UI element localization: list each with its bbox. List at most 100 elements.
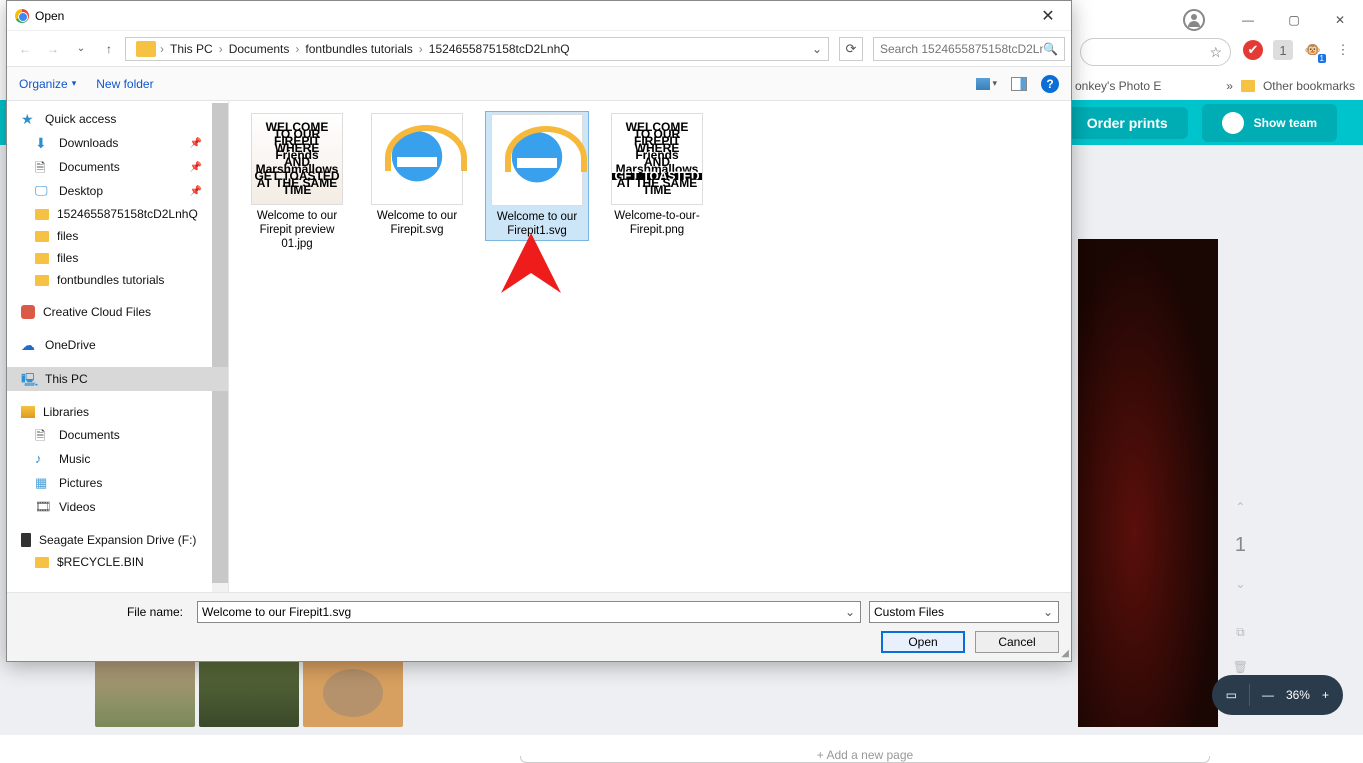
ext-badge-icon[interactable]: 🐵1	[1303, 40, 1323, 60]
other-bookmarks[interactable]: Other bookmarks	[1263, 79, 1355, 93]
back-button[interactable]: ←	[13, 37, 37, 61]
file-thumbnail: WELCOMETO OUR FIREPITWHEREFriendsANDMars…	[611, 113, 703, 205]
file-open-dialog: Open ✕ ← → ⌄ ↑ › This PC › Documents › f…	[6, 0, 1072, 662]
chevron-up-icon[interactable]: ⌃	[1235, 500, 1245, 514]
breadcrumb-item[interactable]: 1524655875158tcD2LnhQ	[429, 42, 570, 56]
document-icon: 🗎	[35, 427, 51, 443]
tree-quick-access[interactable]: ★Quick access	[7, 107, 228, 131]
tree-lib-documents[interactable]: 🗎Documents	[7, 423, 228, 447]
thumbnail[interactable]	[303, 659, 403, 727]
minimize-button[interactable]: —	[1225, 5, 1271, 35]
ext-icon[interactable]: 1	[1273, 40, 1293, 60]
thumbnail[interactable]	[199, 659, 299, 727]
cancel-button[interactable]: Cancel	[975, 631, 1059, 653]
tree-folder[interactable]: files	[7, 247, 228, 269]
up-button[interactable]: ↑	[97, 37, 121, 61]
avatar	[1222, 112, 1244, 134]
forward-button[interactable]: →	[41, 37, 65, 61]
tree-lib-music[interactable]: ♪Music	[7, 447, 228, 471]
tree-creative-cloud[interactable]: Creative Cloud Files	[7, 301, 228, 323]
tree-onedrive[interactable]: ☁OneDrive	[7, 333, 228, 357]
pin-icon: 📌	[190, 138, 202, 149]
chevron-down-icon[interactable]: ⌄	[1235, 577, 1245, 591]
folder-icon	[35, 209, 49, 220]
path-dropdown[interactable]: ⌄	[812, 42, 822, 56]
folder-icon	[35, 557, 49, 568]
tree-downloads[interactable]: ⬇Downloads📌	[7, 131, 228, 155]
dropdown-icon[interactable]: ⌄	[842, 604, 858, 620]
separator-icon: ›	[419, 42, 423, 56]
breadcrumb-item[interactable]: Documents	[229, 42, 290, 56]
ext-avast-icon[interactable]: ✔	[1243, 40, 1263, 60]
tree-desktop[interactable]: 🖵Desktop📌	[7, 179, 228, 203]
tree-libraries[interactable]: Libraries	[7, 401, 228, 423]
file-item[interactable]: WELCOMETO OUR FIREPITWHEREFriendsANDMars…	[245, 111, 349, 253]
dialog-title: Open	[35, 9, 1027, 23]
tree-lib-videos[interactable]: 🎞Videos	[7, 495, 228, 519]
order-prints-button[interactable]: Order prints	[1067, 107, 1188, 139]
open-button[interactable]: Open	[881, 631, 965, 653]
file-item[interactable]: WELCOMETO OUR FIREPITWHEREFriendsANDMars…	[605, 111, 709, 239]
refresh-button[interactable]: ⟳	[839, 37, 863, 61]
media-thumbnails	[95, 659, 403, 727]
view-button[interactable]: ▾	[976, 78, 997, 90]
file-type-select[interactable]: Custom Files ⌄	[869, 601, 1059, 623]
dialog-footer: File name: Welcome to our Firepit1.svg ⌄…	[7, 592, 1071, 661]
page-number: 1	[1235, 534, 1246, 557]
help-icon[interactable]: ?	[1041, 75, 1059, 93]
annotation-arrow	[491, 233, 571, 376]
recent-dropdown[interactable]: ⌄	[69, 37, 93, 61]
tree-seagate[interactable]: Seagate Expansion Drive (F:)	[7, 529, 228, 551]
duplicate-icon[interactable]: ⧉	[1236, 625, 1245, 640]
organize-button[interactable]: Organize ▾	[19, 77, 76, 91]
window-controls: — ▢ ✕	[1183, 5, 1363, 35]
present-icon[interactable]: ▭	[1226, 688, 1237, 702]
bookmarks-more[interactable]: »	[1226, 79, 1233, 93]
thumbnail[interactable]	[95, 659, 195, 727]
dialog-close-button[interactable]: ✕	[1033, 6, 1063, 26]
download-icon: ⬇	[35, 135, 51, 151]
add-page-button[interactable]: + Add a new page	[520, 756, 1210, 763]
file-item[interactable]: Welcome to our Firepit.svg	[365, 111, 469, 239]
add-page-label: + Add a new page	[817, 748, 913, 754]
search-field[interactable]	[880, 42, 1043, 56]
tree-folder[interactable]: files	[7, 225, 228, 247]
dropdown-icon[interactable]: ⌄	[1040, 604, 1056, 620]
tree-this-pc[interactable]: 🖳This PC	[7, 367, 228, 391]
breadcrumb-item[interactable]: This PC	[170, 42, 213, 56]
resize-grip[interactable]: ◢	[1061, 648, 1069, 659]
filename-label: File name:	[19, 605, 189, 619]
chrome-menu-icon[interactable]: ⋮	[1333, 40, 1353, 60]
file-item-selected[interactable]: Welcome to our Firepit1.svg	[485, 111, 589, 241]
maximize-button[interactable]: ▢	[1271, 5, 1317, 35]
tree-documents[interactable]: 🗎Documents📌	[7, 155, 228, 179]
bookmark-item[interactable]: onkey's Photo E	[1075, 79, 1161, 93]
omnibox[interactable]: ☆	[1080, 38, 1231, 66]
breadcrumb-item[interactable]: fontbundles tutorials	[305, 42, 412, 56]
file-list[interactable]: WELCOMETO OUR FIREPITWHEREFriendsANDMars…	[229, 101, 1071, 592]
tree-lib-pictures[interactable]: ▦Pictures	[7, 471, 228, 495]
preview-pane-button[interactable]	[1011, 77, 1027, 91]
search-input[interactable]: 🔍	[873, 37, 1065, 61]
ie-icon	[389, 131, 445, 187]
pin-icon: 📌	[190, 186, 202, 197]
show-team-button[interactable]: Show team	[1202, 104, 1337, 142]
canvas-image[interactable]	[1078, 239, 1218, 727]
file-thumbnail	[371, 113, 463, 205]
breadcrumb[interactable]: › This PC › Documents › fontbundles tuto…	[125, 37, 829, 61]
close-window-button[interactable]: ✕	[1317, 5, 1363, 35]
star-icon[interactable]: ☆	[1209, 44, 1222, 61]
separator-icon: ›	[160, 42, 164, 56]
account-icon[interactable]	[1183, 9, 1205, 31]
file-name: Welcome to our Firepit preview 01.jpg	[247, 209, 347, 251]
zoom-in-button[interactable]: +	[1322, 688, 1329, 702]
filename-input[interactable]: Welcome to our Firepit1.svg ⌄	[197, 601, 861, 623]
folder-icon	[35, 231, 49, 242]
preview-text: WELCOMETO OUR FIREPITWHEREFriendsANDMars…	[252, 124, 342, 194]
trash-icon[interactable]: 🗑	[1233, 660, 1248, 674]
tree-folder[interactable]: $RECYCLE.BIN	[7, 551, 228, 573]
new-folder-button[interactable]: New folder	[96, 77, 153, 91]
tree-folder[interactable]: 1524655875158tcD2LnhQ	[7, 203, 228, 225]
zoom-out-button[interactable]: —	[1262, 688, 1274, 702]
tree-folder[interactable]: fontbundles tutorials	[7, 269, 228, 291]
